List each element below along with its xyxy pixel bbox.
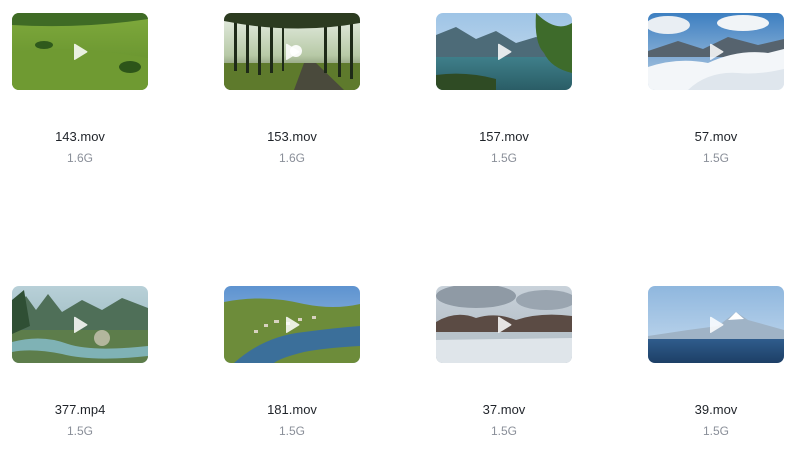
file-name: 57.mov <box>694 129 738 144</box>
video-tile[interactable]: 157.mov 1.5G <box>436 13 572 166</box>
play-icon[interactable] <box>707 43 725 61</box>
video-thumbnail[interactable] <box>436 286 572 363</box>
file-name: 181.mov <box>267 402 317 417</box>
play-icon[interactable] <box>71 316 89 334</box>
video-tile[interactable]: 181.mov 1.5G <box>224 286 360 439</box>
play-icon[interactable] <box>283 43 301 61</box>
file-size: 1.5G <box>490 151 517 165</box>
file-name: 39.mov <box>694 402 738 417</box>
video-tile[interactable]: 377.mp4 1.5G <box>12 286 148 439</box>
file-size: 1.5G <box>702 424 729 438</box>
file-size: 1.6G <box>278 151 305 165</box>
file-name: 157.mov <box>479 129 529 144</box>
file-name: 37.mov <box>482 402 526 417</box>
file-size: 1.5G <box>66 424 93 438</box>
video-thumbnail[interactable] <box>648 13 784 90</box>
file-size: 1.5G <box>490 424 517 438</box>
file-size: 1.6G <box>66 151 93 165</box>
play-icon[interactable] <box>495 43 513 61</box>
video-tile[interactable]: 37.mov 1.5G <box>436 286 572 439</box>
video-tile[interactable]: 153.mov 1.6G <box>224 13 360 166</box>
video-tile[interactable]: 57.mov 1.5G <box>648 13 784 166</box>
video-thumbnail[interactable] <box>12 13 148 90</box>
video-tile[interactable]: 143.mov 1.6G <box>12 13 148 166</box>
video-thumbnail[interactable] <box>648 286 784 363</box>
video-thumbnail[interactable] <box>12 286 148 363</box>
file-name: 153.mov <box>267 129 317 144</box>
file-name: 377.mp4 <box>54 402 106 417</box>
file-size: 1.5G <box>278 424 305 438</box>
play-icon[interactable] <box>495 316 513 334</box>
play-icon[interactable] <box>71 43 89 61</box>
file-name: 143.mov <box>55 129 105 144</box>
video-thumbnail[interactable] <box>224 13 360 90</box>
video-tile[interactable]: 39.mov 1.5G <box>648 286 784 439</box>
play-icon[interactable] <box>283 316 301 334</box>
play-icon[interactable] <box>707 316 725 334</box>
file-size: 1.5G <box>702 151 729 165</box>
video-grid: 143.mov 1.6G 153.mov 1.6G 157.mov 1.5G 5… <box>0 0 800 452</box>
video-thumbnail[interactable] <box>224 286 360 363</box>
video-thumbnail[interactable] <box>436 13 572 90</box>
